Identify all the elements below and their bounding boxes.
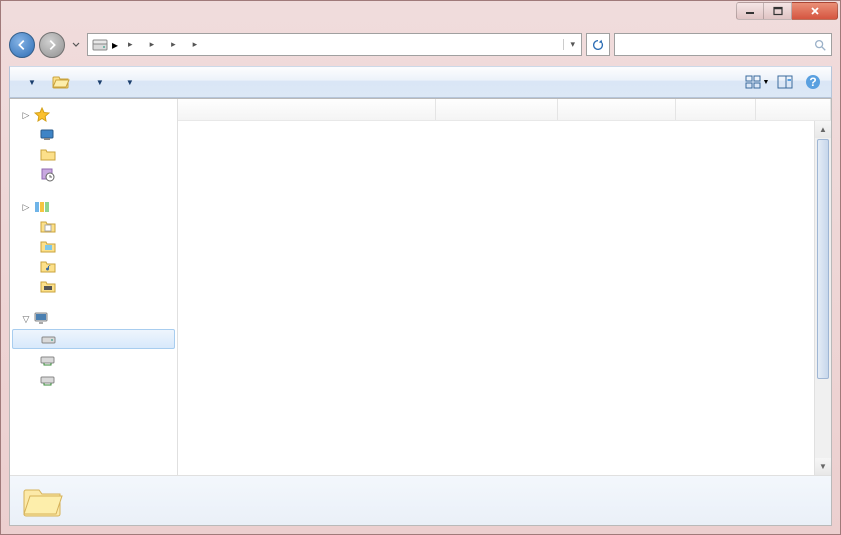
title-bar <box>1 1 840 29</box>
maximize-button[interactable] <box>764 2 792 20</box>
details-pane <box>10 475 831 525</box>
documents-icon <box>40 219 56 235</box>
column-name[interactable] <box>178 99 436 120</box>
organize-menu[interactable]: ▼ <box>14 69 44 95</box>
network-drive-icon <box>40 351 56 367</box>
svg-text:?: ? <box>809 75 816 89</box>
file-rows[interactable] <box>178 121 831 475</box>
content-area: ▷ ▷ ▽ <box>9 98 832 526</box>
caption-buttons <box>736 2 838 20</box>
folder-icon <box>40 147 56 163</box>
file-list-pane: ▲ ▼ <box>178 99 831 475</box>
breadcrumb-windows[interactable]: ▸ <box>140 34 162 55</box>
nav-music[interactable] <box>10 257 177 277</box>
videos-icon <box>40 279 56 295</box>
column-type[interactable] <box>558 99 676 120</box>
search-box[interactable] <box>614 33 832 56</box>
pictures-icon <box>40 239 56 255</box>
nav-network-drive-1[interactable] <box>10 349 177 369</box>
burn-button[interactable] <box>142 69 158 95</box>
open-button[interactable] <box>44 69 82 95</box>
address-bar-row: ▸ ▸ ▸ ▸ ▸ ▾ <box>9 29 832 60</box>
nav-desktop[interactable] <box>10 125 177 145</box>
nav-downloads[interactable] <box>10 145 177 165</box>
drive-icon <box>91 36 109 54</box>
breadcrumb-drivers[interactable]: ▸ <box>183 34 205 55</box>
libraries-icon <box>34 199 50 215</box>
nav-pictures[interactable] <box>10 237 177 257</box>
network-drive-icon <box>40 371 56 387</box>
scroll-down-button[interactable]: ▼ <box>815 458 831 475</box>
breadcrumb-system32[interactable]: ▸ <box>161 34 183 55</box>
nav-recent[interactable] <box>10 165 177 185</box>
include-in-library-menu[interactable]: ▼ <box>82 69 112 95</box>
navigation-pane: ▷ ▷ ▽ <box>10 99 178 475</box>
scroll-up-button[interactable]: ▲ <box>815 121 831 138</box>
forward-button[interactable] <box>39 32 65 58</box>
column-headers <box>178 99 831 121</box>
help-button[interactable]: ? <box>799 69 827 95</box>
search-input[interactable] <box>619 37 813 53</box>
nav-libraries-header[interactable]: ▷ <box>10 197 177 217</box>
drive-icon <box>41 331 57 347</box>
new-folder-button[interactable] <box>158 69 174 95</box>
nav-computer-header[interactable]: ▽ <box>10 309 177 329</box>
command-bar: ▼ ▼ ▼ ▼ ? <box>9 66 832 98</box>
nav-local-disk[interactable] <box>12 329 175 349</box>
music-icon <box>40 259 56 275</box>
nav-group-favorites: ▷ <box>10 105 177 185</box>
column-date[interactable] <box>436 99 558 120</box>
open-folder-icon <box>52 73 70 91</box>
column-spacer <box>756 99 831 120</box>
view-options-button[interactable]: ▼ <box>743 69 771 95</box>
star-icon <box>34 107 50 123</box>
search-icon <box>813 38 827 52</box>
address-dropdown-icon[interactable]: ▾ <box>563 39 581 50</box>
scroll-thumb[interactable] <box>817 139 829 379</box>
details-folder-icon <box>22 480 64 522</box>
recent-locations-dropdown[interactable] <box>69 35 83 55</box>
refresh-button[interactable] <box>586 33 610 56</box>
nav-network-drive-2[interactable] <box>10 369 177 389</box>
minimize-button[interactable] <box>736 2 764 20</box>
computer-icon <box>34 311 50 327</box>
share-with-menu[interactable]: ▼ <box>112 69 142 95</box>
nav-documents[interactable] <box>10 217 177 237</box>
scrollbar[interactable]: ▲ ▼ <box>814 121 831 475</box>
column-size[interactable] <box>676 99 756 120</box>
nav-favorites-header[interactable]: ▷ <box>10 105 177 125</box>
nav-videos[interactable] <box>10 277 177 297</box>
desktop-icon <box>40 127 56 143</box>
recent-icon <box>40 167 56 183</box>
close-button[interactable] <box>792 2 838 20</box>
explorer-window: ▸ ▸ ▸ ▸ ▸ ▾ ▼ ▼ ▼ ▼ ? <box>0 0 841 535</box>
preview-pane-button[interactable] <box>771 69 799 95</box>
nav-group-libraries: ▷ <box>10 197 177 297</box>
breadcrumb-disk[interactable]: ▸ <box>118 34 140 55</box>
back-button[interactable] <box>9 32 35 58</box>
address-bar[interactable]: ▸ ▸ ▸ ▸ ▸ ▾ <box>87 33 582 56</box>
nav-group-computer: ▽ <box>10 309 177 389</box>
